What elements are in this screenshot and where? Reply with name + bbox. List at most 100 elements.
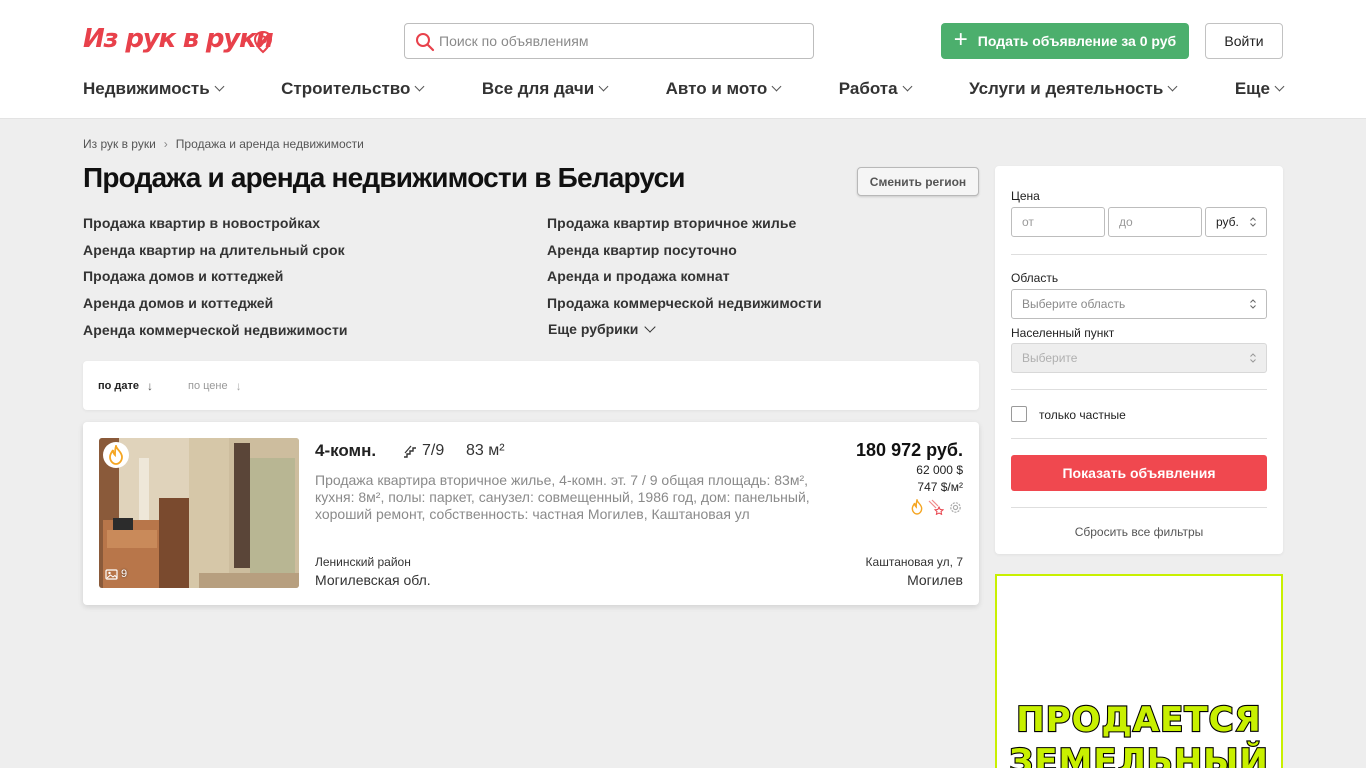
nav-item-auto[interactable]: Авто и мото xyxy=(665,78,782,100)
breadcrumb: Из рук в руки › Продажа и аренда недвижи… xyxy=(83,137,364,151)
post-ad-label: Подать объявление за 0 руб xyxy=(977,33,1177,49)
chevron-down-icon xyxy=(414,81,425,92)
nav-item-construction[interactable]: Строительство xyxy=(281,78,425,100)
locality-select-value: Выберите xyxy=(1022,351,1078,365)
location-pin-icon[interactable] xyxy=(252,30,274,54)
category-nav: Недвижимость Строительство Все для дачи … xyxy=(83,78,1285,100)
hot-badge xyxy=(103,442,129,468)
nav-item-label: Строительство xyxy=(281,79,411,98)
photo-count-value: 9 xyxy=(121,568,128,580)
nav-item-services[interactable]: Услуги и деятельность xyxy=(969,78,1178,100)
price-from-input[interactable]: от xyxy=(1011,207,1105,237)
shooting-star-icon xyxy=(928,499,944,515)
listing-card[interactable]: 9 4-комн. 7/9 83 м² Продажа квартира вто… xyxy=(83,422,979,605)
listing-price: 180 972 руб. xyxy=(856,440,963,460)
nav-item-more[interactable]: Еще xyxy=(1234,78,1285,100)
sort-date-label: по дате xyxy=(98,380,140,392)
listing-feature-icons xyxy=(910,499,963,515)
chevron-down-icon xyxy=(644,320,657,333)
category-link[interactable]: Аренда квартир на длительный срок xyxy=(83,242,345,258)
chevron-down-icon xyxy=(1274,81,1285,92)
category-link[interactable]: Аренда домов и коттеджей xyxy=(83,295,273,311)
photo-count: 9 xyxy=(105,568,127,580)
private-only-checkbox[interactable] xyxy=(1011,406,1027,422)
sort-by-date[interactable]: по дате ↓ xyxy=(98,379,153,393)
select-arrows-icon xyxy=(1250,353,1256,363)
reset-filters-link[interactable]: Сбросить все фильтры xyxy=(1011,525,1267,539)
category-link[interactable]: Аренда квартир посуточно xyxy=(547,242,737,258)
filters-panel: Цена от до руб. Область Выберите область… xyxy=(995,166,1283,554)
select-arrows-icon xyxy=(1250,299,1256,309)
chevron-down-icon xyxy=(902,81,913,92)
nav-item-dacha[interactable]: Все для дачи xyxy=(482,78,609,100)
listing-photo[interactable]: 9 xyxy=(99,438,299,588)
category-link[interactable]: Аренда и продажа комнат xyxy=(547,268,730,284)
chevron-down-icon xyxy=(598,81,609,92)
listing-price-per-m2: 747 $/м² xyxy=(917,480,963,494)
listing-district: Ленинский район xyxy=(315,555,411,569)
listing-area: 83 м² xyxy=(466,442,505,459)
sort-by-price[interactable]: по цене ↓ xyxy=(188,379,242,393)
site-header: Из рук в руки + Подать объявление за 0 р… xyxy=(0,0,1366,119)
region-select[interactable]: Выберите область xyxy=(1011,289,1267,319)
breadcrumb-separator: › xyxy=(163,137,168,151)
category-link[interactable]: Продажа домов и коттеджей xyxy=(83,268,283,284)
gallery-icon xyxy=(105,568,118,580)
category-link[interactable]: Аренда коммерческой недвижимости xyxy=(83,322,348,338)
category-link[interactable]: Продажа коммерческой недвижимости xyxy=(547,295,822,311)
sort-bar: по дате ↓ по цене ↓ xyxy=(83,361,979,410)
chevron-down-icon xyxy=(1167,81,1178,92)
divider xyxy=(1011,438,1267,439)
listing-floor-value: 7/9 xyxy=(422,442,445,459)
listing-floor: 7/9 xyxy=(403,442,444,460)
flame-icon xyxy=(911,499,923,515)
more-rubrics-label: Еще рубрики xyxy=(548,321,639,337)
breadcrumb-current[interactable]: Продажа и аренда недвижимости xyxy=(176,137,364,151)
search-box[interactable] xyxy=(404,23,814,59)
breadcrumb-home[interactable]: Из рук в руки xyxy=(83,137,156,151)
category-link[interactable]: Продажа квартир вторичное жилье xyxy=(547,215,796,231)
currency-value: руб. xyxy=(1216,215,1239,229)
stairs-icon xyxy=(404,445,416,458)
price-label: Цена xyxy=(1011,189,1040,203)
search-input[interactable] xyxy=(439,31,799,51)
divider xyxy=(1011,507,1267,508)
nav-item-label: Недвижимость xyxy=(83,79,210,98)
ad-banner[interactable]: ПРОДАЕТСЯ ЗЕМЕЛЬНЫЙ xyxy=(995,574,1283,768)
select-arrows-icon xyxy=(1250,217,1256,227)
sort-price-label: по цене xyxy=(188,380,228,392)
settings-icon[interactable] xyxy=(948,500,963,515)
listing-oblast: Могилевская обл. xyxy=(315,572,431,588)
plus-icon: + xyxy=(953,25,968,53)
nav-item-label: Авто и мото xyxy=(665,79,768,98)
category-link[interactable]: Продажа квартир в новостройках xyxy=(83,215,320,231)
arrow-down-icon: ↓ xyxy=(235,379,242,393)
nav-item-label: Еще xyxy=(1234,79,1270,98)
currency-select[interactable]: руб. xyxy=(1205,207,1267,237)
flame-icon xyxy=(109,445,123,465)
more-rubrics-toggle[interactable]: Еще рубрики xyxy=(548,320,657,337)
price-to-input[interactable]: до xyxy=(1108,207,1202,237)
listing-rooms[interactable]: 4-комн. xyxy=(315,441,376,461)
region-select-value: Выберите область xyxy=(1022,297,1126,311)
change-region-button[interactable]: Сменить регион xyxy=(857,167,979,196)
site-logo[interactable]: Из рук в руки xyxy=(83,24,274,54)
show-listings-button[interactable]: Показать объявления xyxy=(1011,455,1267,491)
listing-city: Могилев xyxy=(907,572,963,588)
search-icon xyxy=(416,33,435,52)
nav-item-label: Работа xyxy=(838,79,898,98)
listing-street: Каштановая ул, 7 xyxy=(865,555,963,569)
nav-item-realty[interactable]: Недвижимость xyxy=(83,78,225,100)
listing-description: Продажа квартира вторичное жилье, 4-комн… xyxy=(315,472,810,522)
apartment-photo xyxy=(99,438,299,588)
locality-label: Населенный пункт xyxy=(1011,326,1115,340)
post-ad-button[interactable]: + Подать объявление за 0 руб xyxy=(941,23,1189,59)
private-only-label[interactable]: только частные xyxy=(1039,408,1126,422)
divider xyxy=(1011,389,1267,390)
region-label: Область xyxy=(1011,271,1059,285)
chevron-down-icon xyxy=(214,81,225,92)
login-button[interactable]: Войти xyxy=(1205,23,1283,59)
arrow-down-icon: ↓ xyxy=(147,379,154,393)
chevron-down-icon xyxy=(771,81,782,92)
nav-item-jobs[interactable]: Работа xyxy=(838,78,913,100)
